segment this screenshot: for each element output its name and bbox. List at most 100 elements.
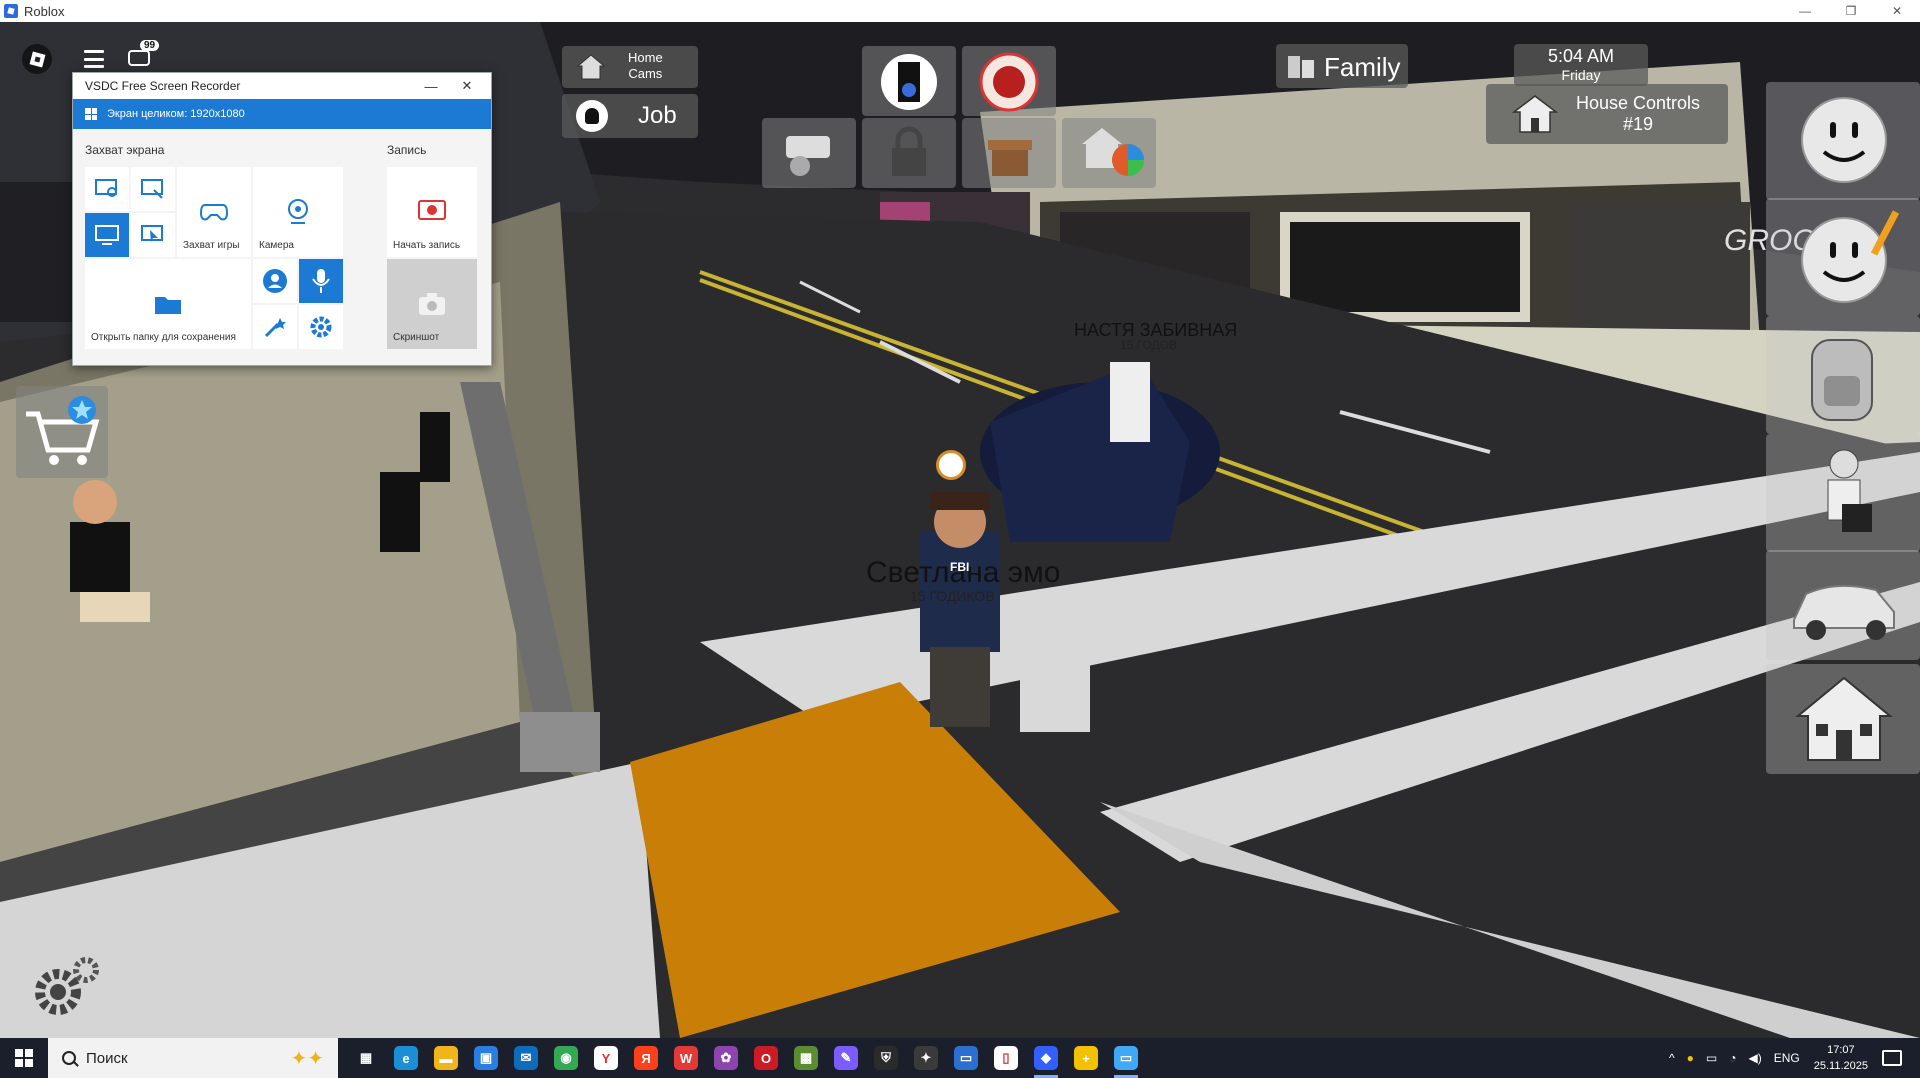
open-folder-label: Открыть папку для сохранения bbox=[91, 332, 236, 343]
camera-button[interactable]: Камера bbox=[253, 167, 343, 257]
chat-icon[interactable]: 99 bbox=[124, 40, 160, 72]
close-button[interactable]: ✕ bbox=[1874, 0, 1920, 22]
maximize-button[interactable]: ❐ bbox=[1828, 0, 1874, 22]
search-placeholder: Поиск bbox=[86, 1049, 128, 1067]
vsdc-recorder-window: VSDC Free Screen Recorder — ✕ Экран цели… bbox=[72, 72, 492, 366]
backpack-button[interactable] bbox=[1766, 316, 1920, 434]
region-capture-button[interactable] bbox=[85, 167, 129, 211]
lock-icon bbox=[892, 126, 926, 176]
roleplay-button[interactable] bbox=[1766, 434, 1920, 552]
webcam-overlay-button[interactable] bbox=[253, 259, 297, 303]
vehicle-button[interactable] bbox=[1766, 550, 1920, 660]
screenshot-button[interactable]: Скриншот bbox=[387, 259, 477, 349]
vsdc-title: VSDC Free Screen Recorder bbox=[85, 79, 241, 93]
shop-cart-button[interactable] bbox=[16, 386, 108, 478]
tray-app-icon[interactable]: ● bbox=[1687, 1051, 1694, 1065]
vsdc-close-button[interactable]: ✕ bbox=[449, 73, 485, 99]
taskbar-app-vsdc-app[interactable]: ▭ bbox=[946, 1038, 986, 1078]
security-camera-button[interactable] bbox=[762, 118, 856, 188]
roblox-app-icon bbox=[4, 4, 18, 18]
house-menu-button[interactable] bbox=[1766, 664, 1920, 774]
taskbar-app-opera[interactable]: O bbox=[746, 1038, 786, 1078]
window-capture-button[interactable] bbox=[131, 167, 175, 211]
house-color-button[interactable] bbox=[1062, 118, 1156, 188]
game-capture-button[interactable]: Захват игры bbox=[177, 167, 251, 257]
player1-subtitle: 15 ГОДОВ bbox=[1120, 338, 1178, 352]
avatar-button[interactable] bbox=[962, 46, 1056, 116]
house-controls-button[interactable]: House Controls #19 bbox=[1486, 84, 1728, 144]
home-cams-button[interactable]: Home Cams bbox=[562, 46, 698, 88]
taskbar-app-wps[interactable]: W bbox=[666, 1038, 706, 1078]
taskbar-app-edge[interactable]: e bbox=[386, 1038, 426, 1078]
game-shield-icon: ⛨ bbox=[874, 1046, 898, 1070]
show-hidden-icons-icon[interactable]: ^ bbox=[1669, 1051, 1675, 1065]
roblox-menu-icon[interactable] bbox=[22, 44, 52, 74]
fbi-shirt-label: FBI bbox=[950, 560, 970, 574]
open-folder-button[interactable]: Открыть папку для сохранения bbox=[85, 259, 251, 349]
capture-mode-selector[interactable]: Экран целиком: 1920x1080 bbox=[73, 99, 491, 129]
clock-time: 17:07 bbox=[1827, 1044, 1855, 1056]
record-icon bbox=[418, 200, 446, 220]
taskbar-app-game-shield[interactable]: ⛨ bbox=[866, 1038, 906, 1078]
taskbar-app-yandex-browser[interactable]: Y bbox=[586, 1038, 626, 1078]
store-icon: ▣ bbox=[474, 1046, 498, 1070]
car-icon bbox=[1793, 584, 1895, 640]
taskbar-app-plus-app[interactable]: + bbox=[1066, 1038, 1106, 1078]
boxes-button[interactable] bbox=[962, 118, 1056, 188]
taskbar-app-minecraft[interactable]: ▩ bbox=[786, 1038, 826, 1078]
monitor-icon bbox=[95, 225, 119, 245]
family-button[interactable]: Family bbox=[1276, 44, 1408, 88]
windows-logo-icon bbox=[85, 108, 97, 120]
taskbar-app-store[interactable]: ▣ bbox=[466, 1038, 506, 1078]
taskbar-app-yandex[interactable]: Я bbox=[626, 1038, 666, 1078]
notifications-icon[interactable] bbox=[1882, 1050, 1902, 1066]
character-badge-icon bbox=[979, 52, 1039, 112]
taskbar-app-roblox[interactable]: ◆ bbox=[1026, 1038, 1066, 1078]
taskbar-app-notes[interactable]: ▯ bbox=[986, 1038, 1026, 1078]
microphone-button[interactable] bbox=[299, 259, 343, 303]
game-clock: 5:04 AM Friday bbox=[1514, 44, 1648, 86]
gear-icon bbox=[35, 957, 99, 1015]
fullscreen-capture-button[interactable] bbox=[85, 213, 129, 257]
capture-section-title: Захват экрана bbox=[85, 143, 165, 157]
vsdc-minimize-button[interactable]: — bbox=[413, 73, 449, 99]
taskbar-app-photos[interactable]: ✿ bbox=[706, 1038, 746, 1078]
job-button[interactable]: Job bbox=[562, 94, 698, 138]
shopping-cart-icon bbox=[26, 396, 100, 465]
language-indicator[interactable]: ENG bbox=[1774, 1051, 1800, 1065]
search-icon bbox=[62, 1051, 76, 1065]
hamburger-menu-icon[interactable] bbox=[78, 46, 110, 72]
volume-icon[interactable]: ◀) bbox=[1749, 1051, 1762, 1065]
minimize-button[interactable]: — bbox=[1782, 0, 1828, 22]
taskbar-clock[interactable]: 17:07 25.11.2025 bbox=[1814, 1042, 1868, 1074]
wifi-icon[interactable]: ◔ bbox=[1729, 1051, 1736, 1065]
meet-icon[interactable]: ▭ bbox=[1706, 1051, 1717, 1065]
windows-taskbar: Поиск ✦✦ ▦ e ▬ ▣ ✉ ◉ Y Я W ✿ O ▩ ✎ ⛨ ✦ ▭ ▯ ◆ + ▭ ^ ● ▭ ◔ ◀)… bbox=[0, 1038, 1920, 1078]
screenshot-label: Скриншот bbox=[393, 332, 440, 343]
home-cams-label: Home Cams bbox=[628, 50, 663, 81]
speaker-button[interactable] bbox=[862, 46, 956, 116]
taskbar-app-explorer[interactable]: ▬ bbox=[426, 1038, 466, 1078]
cursor-capture-button[interactable] bbox=[131, 213, 175, 257]
lock-button[interactable] bbox=[862, 118, 956, 188]
drawing-tool-button[interactable] bbox=[253, 305, 297, 349]
speaker-icon bbox=[881, 54, 937, 110]
taskbar-app-game-star[interactable]: ✦ bbox=[906, 1038, 946, 1078]
smiley-pencil-icon bbox=[1801, 210, 1900, 303]
job-label: Job bbox=[638, 102, 677, 129]
start-button[interactable] bbox=[0, 1038, 48, 1078]
vsdc-settings-button[interactable] bbox=[299, 305, 343, 349]
backpack-icon bbox=[1811, 339, 1873, 421]
settings-button[interactable] bbox=[28, 952, 108, 1022]
taskbar-search-box[interactable]: Поиск ✦✦ bbox=[48, 1038, 338, 1078]
taskbar-app-vsdc-recorder[interactable]: ▭ bbox=[1106, 1038, 1146, 1078]
taskbar-app-chrome[interactable]: ◉ bbox=[546, 1038, 586, 1078]
taskbar-app-outlook[interactable]: ✉ bbox=[506, 1038, 546, 1078]
start-recording-button[interactable]: Начать запись bbox=[387, 167, 477, 257]
game-viewport[interactable]: GROC 99 Home Cams Job Family 5:04 AM Fri… bbox=[0, 22, 1920, 1038]
emote-button[interactable] bbox=[1766, 82, 1920, 200]
taskbar-app-paint[interactable]: ✎ bbox=[826, 1038, 866, 1078]
avatar-editor-button[interactable] bbox=[1766, 198, 1920, 316]
family-label: Family bbox=[1324, 52, 1401, 82]
taskbar-app-task-view[interactable]: ▦ bbox=[346, 1038, 386, 1078]
